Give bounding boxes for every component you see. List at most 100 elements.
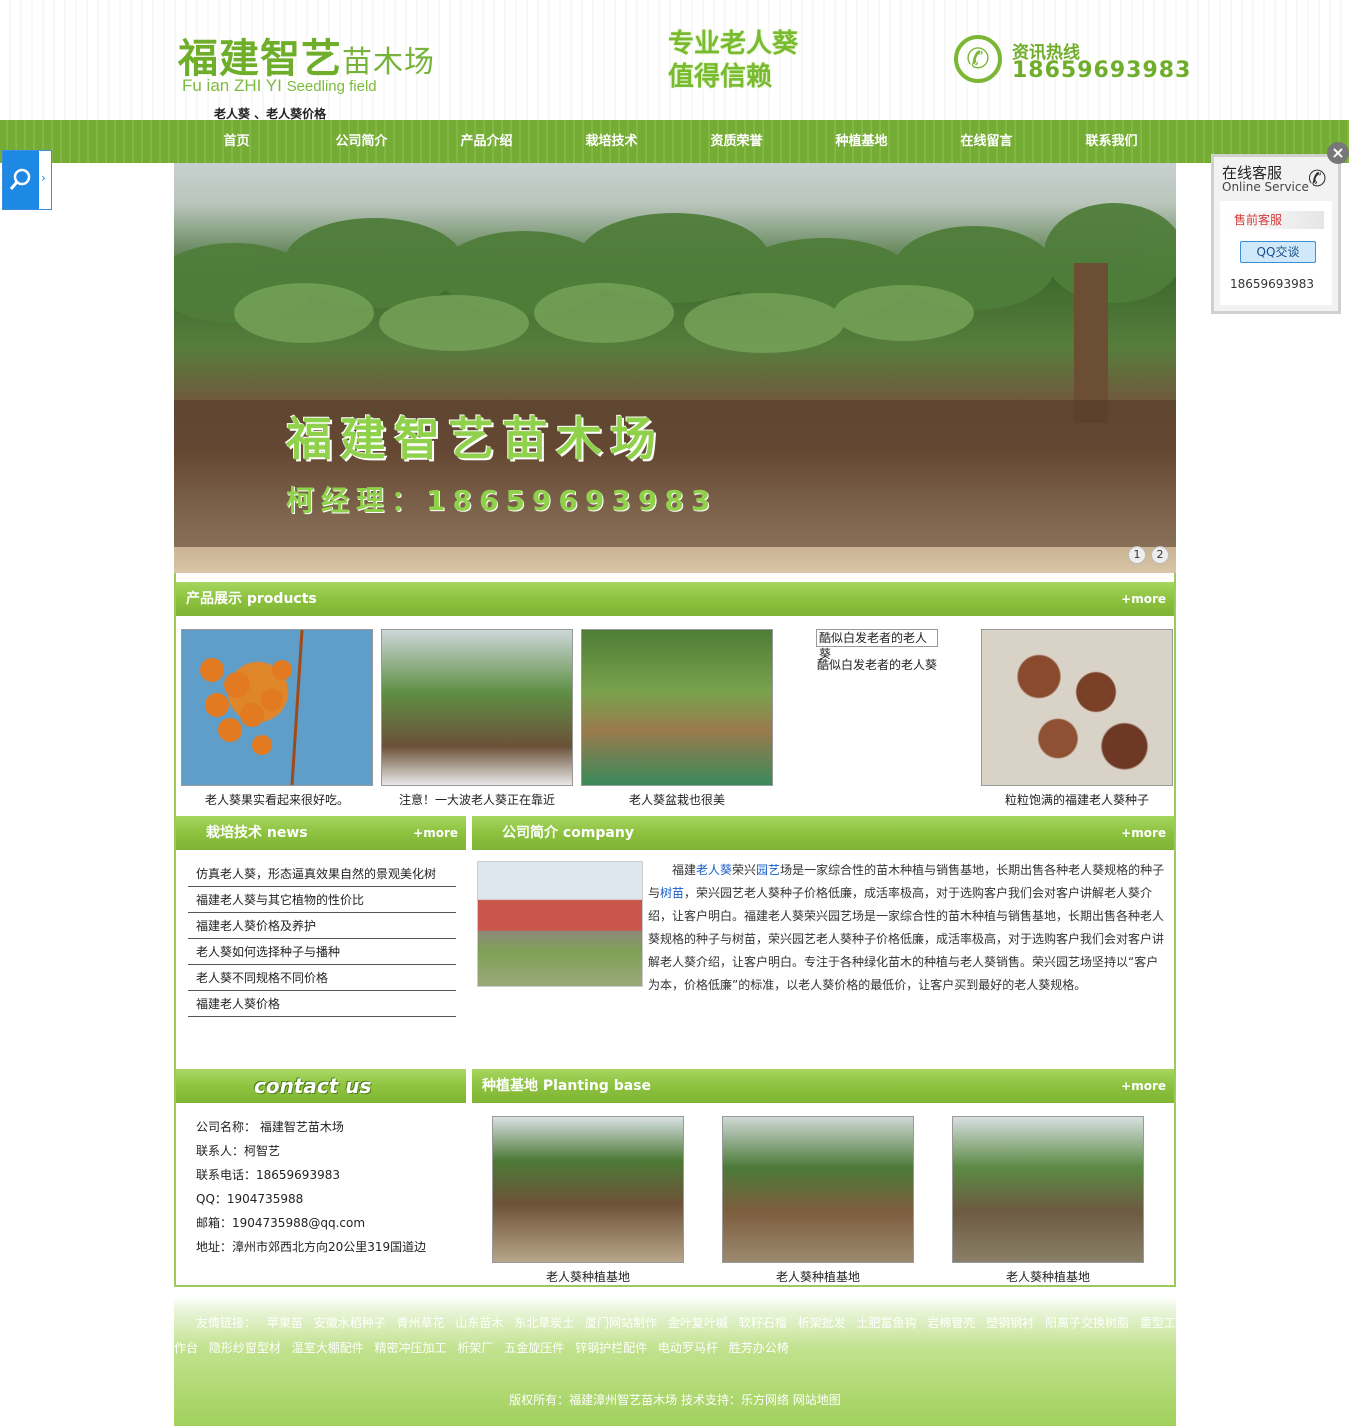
broken-product-image[interactable]: 酷似白发老者的老人葵 — [816, 629, 938, 661]
nav-item-base[interactable]: 种植基地 — [799, 120, 924, 163]
friend-link[interactable]: 苹果苗 — [267, 1316, 303, 1330]
friend-link[interactable]: 金叶复叶槭 — [668, 1316, 728, 1330]
friend-link[interactable]: 胜芳办公椅 — [729, 1341, 789, 1355]
base-caption[interactable]: 老人葵种植基地 — [722, 1268, 914, 1285]
news-heading-bar: 栽培技术 news +more — [176, 816, 466, 850]
contact-qq: QQ：1904735988 — [196, 1192, 304, 1206]
product-image[interactable] — [181, 629, 373, 786]
service-subtitle: Online Service — [1222, 180, 1309, 194]
contact-company: 公司名称： 福建智艺苗木场 — [196, 1120, 344, 1134]
qq-chat-button[interactable]: QQ交谈 — [1240, 241, 1316, 263]
nav-item-home[interactable]: 首页 — [174, 120, 299, 163]
friend-link[interactable]: 锌钢护栏配件 — [575, 1341, 647, 1355]
nav-item-honors[interactable]: 资质荣誉 — [674, 120, 799, 163]
product-caption[interactable]: 粒粒饱满的福建老人葵种子 — [981, 791, 1173, 808]
contact-person: 联系人：柯智艺 — [196, 1144, 281, 1158]
friend-link[interactable]: 土肥富鱼钩 — [856, 1316, 916, 1330]
friend-link[interactable]: 安徽水稻种子 — [314, 1316, 386, 1330]
main-nav: 首页 公司简介 产品介绍 栽培技术 资质荣誉 种植基地 在线留言 联系我们 — [0, 120, 1349, 163]
links-label: 友情链接： — [196, 1316, 257, 1330]
link-yuanyi[interactable]: 园艺 — [756, 863, 780, 877]
base-caption[interactable]: 老人葵种植基地 — [492, 1268, 684, 1285]
friend-link[interactable]: 电动罗马杆 — [658, 1341, 718, 1355]
news-item[interactable]: 福建老人葵价格 — [188, 991, 456, 1017]
main-content: 产品展示 products +more 酷似白发老者的老人葵 老人葵果实看起来很… — [174, 573, 1176, 1287]
friend-link[interactable]: 阳离子交换树脂 — [1045, 1316, 1129, 1330]
product-caption[interactable]: 注意！一大波老人葵正在靠近 — [381, 791, 573, 808]
product-image[interactable] — [581, 629, 773, 786]
friend-link[interactable]: 东北草炭土 — [514, 1316, 574, 1330]
hero-banner[interactable]: 福建智艺苗木场 柯经理：18659693983 1 2 — [174, 163, 1176, 573]
site-header: 福建智艺苗木场 Fu ian ZHI YI Seedling field 老人葵… — [0, 0, 1349, 121]
friend-link[interactable]: 软籽石榴 — [739, 1316, 787, 1330]
company-heading: 公司简介 company — [502, 825, 634, 841]
logo-english: Fu ian ZHI YI Seedling field — [182, 76, 377, 95]
friend-link[interactable]: 精密冲压加工 — [375, 1341, 447, 1355]
banner-title: 福建智艺苗木场 — [286, 412, 664, 466]
friend-link[interactable]: 山东苗木 — [455, 1316, 503, 1330]
products-heading: 产品展示 products — [186, 591, 317, 607]
base-caption[interactable]: 老人葵种植基地 — [952, 1268, 1144, 1285]
company-more-link[interactable]: +more — [1121, 816, 1166, 850]
link-laorenkui[interactable]: 老人葵 — [696, 863, 732, 877]
friend-link[interactable]: 塑钢钢衬 — [986, 1316, 1034, 1330]
product-caption[interactable]: 酷似白发老者的老人葵 — [816, 656, 938, 673]
service-phone: 18659693983 — [1230, 277, 1314, 291]
product-image[interactable] — [381, 629, 573, 786]
phone-icon: ✆ — [1308, 167, 1327, 192]
news-item[interactable]: 老人葵如何选择种子与播种 — [188, 939, 456, 965]
friend-links: 友情链接： 苹果苗 安徽水稻种子 青州草花 山东苗木 东北草炭土 厦门网站制作 … — [174, 1311, 1176, 1361]
header-slogan: 专业老人葵 值得信赖 — [668, 29, 799, 92]
presale-dropdown[interactable]: 售前客服 — [1228, 211, 1324, 229]
nav-item-message[interactable]: 在线留言 — [924, 120, 1049, 163]
base-image[interactable] — [722, 1116, 914, 1263]
base-heading: 种植基地 Planting base — [482, 1078, 651, 1094]
banner-phone: 柯经理：18659693983 — [286, 484, 718, 517]
contact-heading-bar: contact us — [176, 1069, 466, 1103]
link-shumiao[interactable]: 树苗 — [660, 886, 684, 900]
product-image[interactable] — [981, 629, 1173, 786]
contact-email: 邮箱：1904735988@qq.com — [196, 1216, 366, 1230]
slide-dot-2[interactable]: 2 — [1151, 546, 1169, 564]
search-icon[interactable] — [3, 151, 39, 209]
nav-item-products[interactable]: 产品介绍 — [424, 120, 549, 163]
base-more-link[interactable]: +more — [1121, 1069, 1166, 1103]
company-heading-bar: 公司简介 company +more — [472, 816, 1174, 850]
site-footer: 友情链接： 苹果苗 安徽水稻种子 青州草花 山东苗木 东北草炭土 厦门网站制作 … — [174, 1297, 1176, 1426]
friend-link[interactable]: 析架厂 — [457, 1341, 493, 1355]
slide-dot-1[interactable]: 1 — [1128, 546, 1146, 564]
product-caption[interactable]: 老人葵果实看起来很好吃。 — [181, 791, 373, 808]
news-more-link[interactable]: +more — [413, 816, 458, 850]
products-more-link[interactable]: +more — [1121, 582, 1166, 616]
news-heading: 栽培技术 news — [206, 825, 308, 841]
news-item[interactable]: 仿真老人葵，形态逼真效果自然的景观美化树 — [188, 861, 456, 887]
contact-address: 地址：漳州市郊西北方向20公里319国道边 — [196, 1240, 427, 1254]
news-item[interactable]: 福建老人葵与其它植物的性价比 — [188, 887, 456, 913]
palm-trees-image — [174, 203, 1176, 423]
friend-link[interactable]: 温室大棚配件 — [292, 1341, 364, 1355]
nav-item-contact[interactable]: 联系我们 — [1049, 120, 1174, 163]
close-icon[interactable]: × — [1327, 142, 1349, 164]
nav-item-cultivation[interactable]: 栽培技术 — [549, 120, 674, 163]
friend-link[interactable]: 青州草花 — [397, 1316, 445, 1330]
base-heading-bar: 种植基地 Planting base +more — [472, 1069, 1174, 1103]
contact-heading: contact us — [254, 1074, 372, 1098]
friend-link[interactable]: 厦门网站制作 — [585, 1316, 657, 1330]
news-item[interactable]: 福建老人葵价格及养护 — [188, 913, 456, 939]
search-float-panel[interactable]: › — [2, 150, 52, 210]
nav-item-about[interactable]: 公司简介 — [299, 120, 424, 163]
base-image[interactable] — [492, 1116, 684, 1263]
friend-link[interactable]: 五金旋压件 — [504, 1341, 564, 1355]
news-item[interactable]: 老人葵不同规格不同价格 — [188, 965, 456, 991]
friend-link[interactable]: 岩棉管壳 — [927, 1316, 975, 1330]
product-caption[interactable]: 老人葵盆栽也很美 — [581, 791, 773, 808]
hotline-number: 18659693983 — [1012, 58, 1192, 83]
products-heading-bar: 产品展示 products +more — [176, 582, 1174, 616]
friend-link[interactable]: 隐形纱窗型材 — [209, 1341, 281, 1355]
friend-link[interactable]: 析架批发 — [798, 1316, 846, 1330]
service-body: 售前客服 QQ交谈 18659693983 — [1220, 201, 1332, 305]
phone-icon: ✆ — [954, 35, 1002, 83]
company-description: 福建老人葵荣兴园艺场是一家综合性的苗木种植与销售基地，长期出售各种老人葵规格的种… — [648, 863, 1165, 992]
base-image[interactable] — [952, 1116, 1144, 1263]
expand-arrow-icon[interactable]: › — [41, 171, 46, 185]
